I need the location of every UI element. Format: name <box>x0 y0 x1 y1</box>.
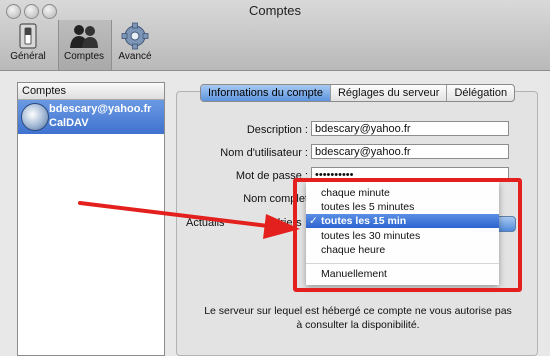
username-label: Nom d'utilisateur : <box>220 147 308 159</box>
window-title: Comptes <box>248 3 302 18</box>
tab-delegation[interactable]: Délégation <box>447 85 514 101</box>
annotation-highlight-box <box>293 178 522 292</box>
account-avatar <box>21 103 49 131</box>
description-label: Description : <box>246 124 308 136</box>
password-label: Mot de passe : <box>235 170 308 182</box>
username-field[interactable]: bdescary@yahoo.fr <box>311 144 509 159</box>
availability-notice-line1: Le serveur sur lequel est hébergé ce com… <box>204 305 512 317</box>
account-row[interactable]: bdescary@yahoo.fr CalDAV <box>18 100 164 134</box>
switch-icon <box>12 22 44 50</box>
gear-icon <box>119 22 151 50</box>
tab-server-settings[interactable]: Réglages du serveur <box>331 85 448 101</box>
tab-account-info[interactable]: Informations du compte <box>201 85 331 101</box>
account-tabs: Informations du compte Réglages du serve… <box>200 84 516 102</box>
toolbar-general-button[interactable]: Général <box>5 22 51 62</box>
toolbar-advanced-button[interactable]: Avancé <box>113 22 157 62</box>
fullname-label: Nom complet <box>243 193 308 205</box>
availability-notice: Le serveur sur lequel est hébergé ce com… <box>180 304 536 332</box>
toolbar-advanced-label: Avancé <box>118 51 152 62</box>
toolbar-accounts-button[interactable]: Comptes <box>59 22 109 62</box>
toolbar-general-label: Général <box>10 51 46 62</box>
refresh-label-left: Actualis <box>186 217 225 229</box>
accounts-list: Comptes bdescary@yahoo.fr CalDAV <box>17 82 165 356</box>
account-email: bdescary@yahoo.fr <box>49 103 152 115</box>
accounts-list-header: Comptes <box>18 83 164 100</box>
toolbar-accounts-label: Comptes <box>63 51 104 62</box>
account-type: CalDAV <box>49 117 89 129</box>
people-icon <box>68 22 100 50</box>
description-field[interactable]: bdescary@yahoo.fr <box>311 121 509 136</box>
availability-notice-line2: à consulter la disponibilité. <box>296 319 420 331</box>
window-toolbar: Comptes Général Comptes Avancé <box>0 0 550 71</box>
